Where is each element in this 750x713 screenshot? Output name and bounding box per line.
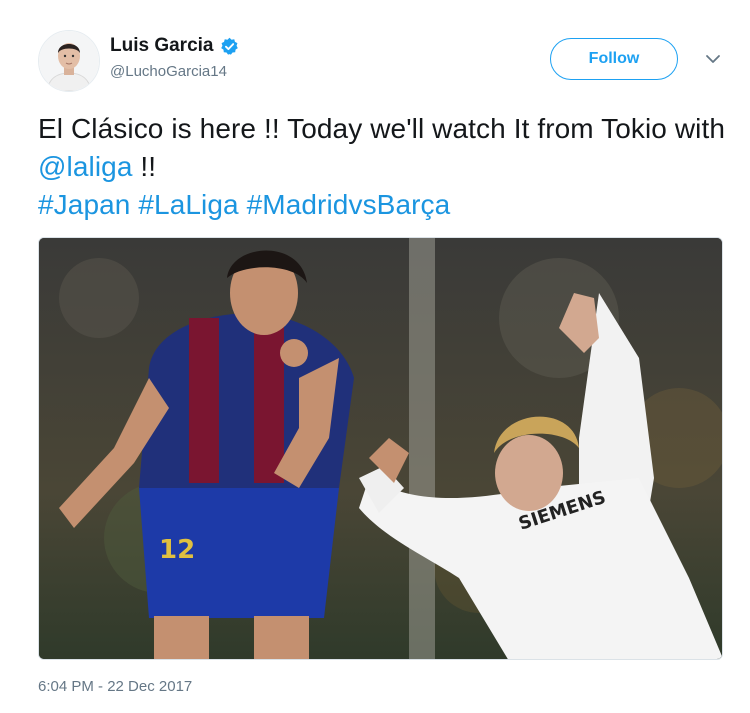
tweet-card: Luis Garcia @LuchoGarcia14 Follow El Clá… [0,0,750,713]
avatar[interactable] [38,30,100,92]
chevron-down-icon[interactable] [704,50,722,68]
display-name[interactable]: Luis Garcia [110,35,214,57]
verified-badge-icon [220,37,239,56]
user-handle[interactable]: @LuchoGarcia14 [110,63,239,80]
jersey-number: 12 [159,535,195,565]
timestamp[interactable]: 6:04 PM - 22 Dec 2017 [38,678,192,695]
hashtag-link[interactable]: #MadridvsBarça [247,189,451,220]
display-name-row: Luis Garcia [110,35,239,57]
tweet-photo[interactable]: 12 SIEMENS [38,237,723,660]
tweet-text-part2: !! [132,151,157,182]
mention-link[interactable]: @laliga [38,151,133,182]
hashtag-link[interactable]: #Japan [38,189,130,220]
tweet-header: Luis Garcia @LuchoGarcia14 Follow [38,30,730,94]
hashtag-link[interactable]: #LaLiga [138,189,238,220]
tweet-text-part1: El Clásico is here !! Today we'll watch … [38,113,726,144]
tweet-text: El Clásico is here !! Today we'll watch … [38,110,728,224]
user-names: Luis Garcia @LuchoGarcia14 [110,35,239,80]
follow-button[interactable]: Follow [550,38,678,80]
